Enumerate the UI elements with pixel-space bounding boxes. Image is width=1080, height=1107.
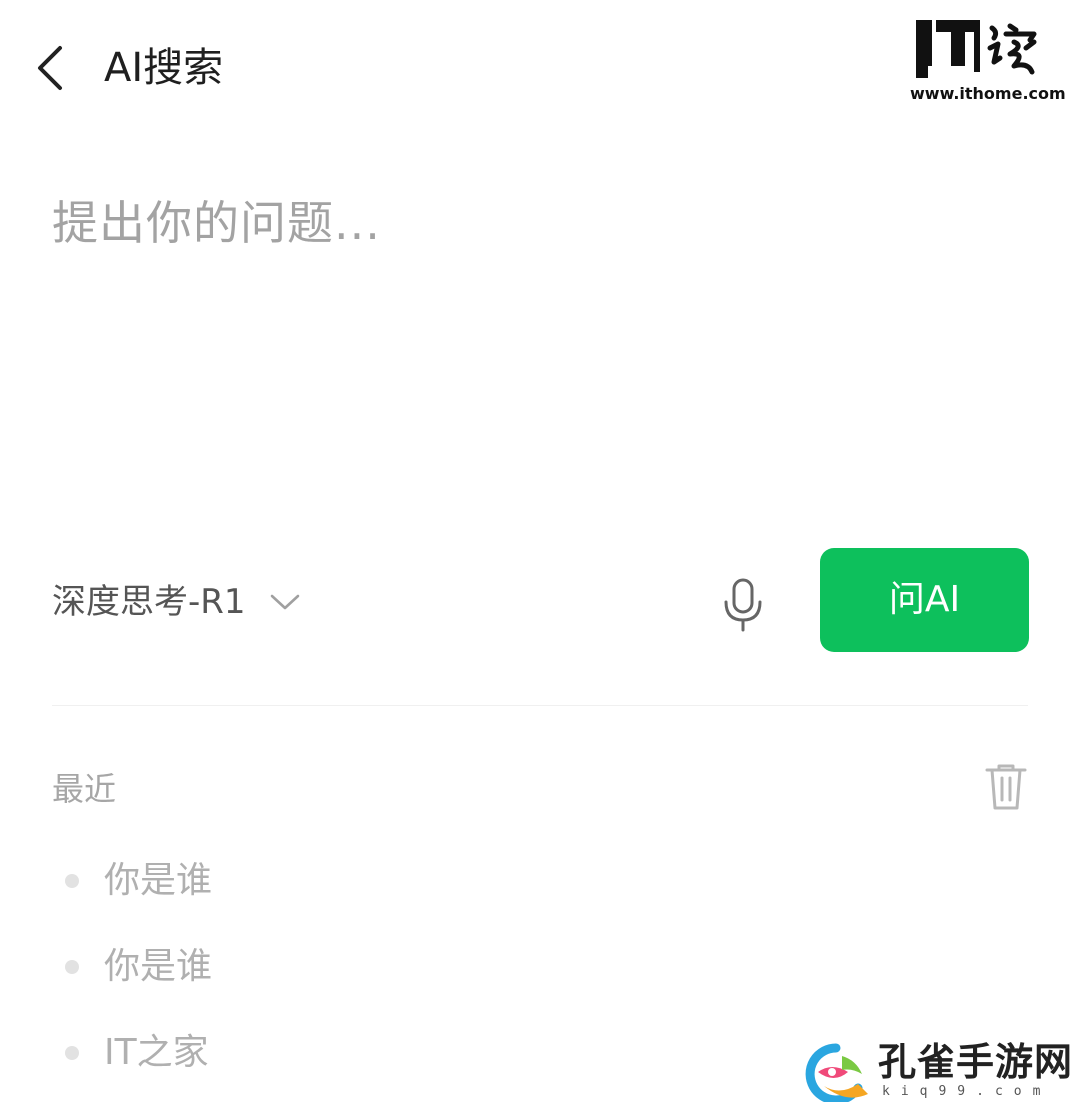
recent-history-list: 你是谁 你是谁 IT之家 bbox=[52, 838, 772, 1096]
chevron-down-icon bbox=[270, 594, 299, 610]
brand-watermark: www.ithome.com bbox=[910, 18, 1066, 106]
ithome-logo bbox=[916, 20, 1037, 78]
model-label: 深度思考-R1 bbox=[52, 582, 246, 622]
microphone-icon bbox=[724, 578, 762, 632]
header-bar: AI搜索 www.ithome.com bbox=[0, 0, 1080, 130]
history-item[interactable]: IT之家 bbox=[52, 1010, 772, 1096]
trash-icon bbox=[985, 764, 1027, 810]
bullet-dot bbox=[65, 1046, 79, 1060]
divider bbox=[52, 705, 1028, 706]
peacock-logo-icon bbox=[805, 1043, 868, 1102]
brand-url: www.ithome.com bbox=[910, 84, 1066, 103]
watermark-url: kiq99.com bbox=[882, 1084, 1052, 1099]
question-input[interactable] bbox=[52, 190, 1012, 510]
voice-input-button[interactable] bbox=[718, 574, 768, 634]
history-item[interactable]: 你是谁 bbox=[52, 924, 772, 1010]
history-item-text: 你是谁 bbox=[104, 946, 213, 987]
history-item-text: 你是谁 bbox=[104, 860, 213, 901]
recent-section-label: 最近 bbox=[52, 770, 117, 808]
model-selector[interactable]: 深度思考-R1 bbox=[52, 572, 302, 632]
watermark-title: 孔雀手游网 bbox=[878, 1039, 1074, 1084]
bullet-dot bbox=[65, 874, 79, 888]
history-item[interactable]: 你是谁 bbox=[52, 838, 772, 924]
site-watermark: 孔雀手游网 kiq99.com bbox=[800, 1030, 1072, 1104]
bullet-dot bbox=[65, 960, 79, 974]
history-item-text: IT之家 bbox=[104, 1032, 209, 1073]
chevron-left-icon bbox=[38, 46, 62, 90]
clear-history-button[interactable] bbox=[984, 762, 1028, 812]
back-button[interactable] bbox=[30, 40, 80, 96]
page-title: AI搜索 bbox=[104, 45, 224, 91]
ask-ai-button[interactable]: 问AI bbox=[820, 548, 1029, 652]
